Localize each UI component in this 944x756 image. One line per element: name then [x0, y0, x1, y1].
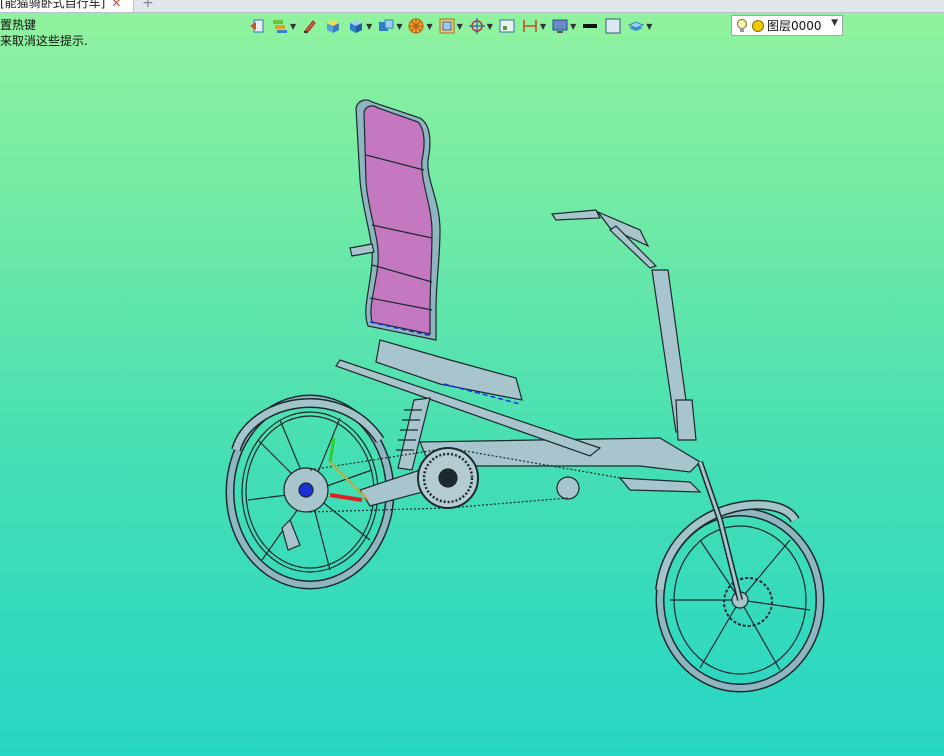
chevron-down-icon: ▼ — [366, 21, 373, 31]
color-swatch-black — [583, 24, 598, 28]
render-ball-icon — [408, 18, 424, 34]
hotkey-hint-line-1: 置热键 — [0, 18, 37, 32]
pencil-icon — [304, 20, 316, 34]
document-tab-bar: [能猫骑卧式自行车] ✕ + — [0, 0, 944, 13]
chevron-down-icon: ▼ — [396, 21, 403, 31]
render-mode-button[interactable]: ▼ — [407, 15, 433, 37]
shaded-cube-button[interactable]: ▼ — [347, 15, 372, 37]
screen-capture-button[interactable]: ▼ — [551, 15, 576, 37]
dimension-button[interactable]: ▼ — [521, 15, 546, 37]
layer-manager-button[interactable]: ▼ — [627, 15, 652, 37]
screen-icon — [552, 19, 568, 33]
snap-target-icon — [468, 18, 485, 34]
layer-dropdown[interactable]: 图层0000 ▼ — [731, 15, 843, 36]
main-frame — [281, 209, 743, 601]
close-tab-icon[interactable]: ✕ — [111, 0, 121, 10]
solid-box-button[interactable] — [324, 15, 342, 37]
shading-frame-button[interactable]: ▼ — [438, 15, 463, 37]
view-toolbar: ▼ ▼ ▼ ▼ ▼ ▼ ▼ ▼ ▼ — [248, 15, 657, 37]
layer-stack-icon — [627, 21, 645, 31]
back-button[interactable] — [248, 15, 266, 37]
chevron-down-icon: ▼ — [831, 18, 838, 28]
back-icon — [250, 19, 264, 33]
color-black-button[interactable] — [581, 15, 599, 37]
bicycle-model — [225, 99, 825, 693]
chevron-down-icon: ▼ — [290, 21, 297, 31]
lightbulb-icon — [737, 18, 747, 32]
snap-button[interactable]: ▼ — [468, 15, 493, 37]
cube-blue-icon — [350, 20, 363, 33]
color-swatch-white — [605, 18, 621, 34]
layer-tools-button[interactable]: ▼ — [271, 15, 296, 37]
document-tab[interactable]: [能猫骑卧式自行车] ✕ — [0, 0, 134, 12]
chevron-down-icon: ▼ — [646, 21, 653, 31]
layer-name: 图层0000 — [767, 19, 822, 33]
document-tab-title: [能猫骑卧式自行车] — [0, 0, 106, 10]
seat — [349, 99, 523, 405]
chevron-down-icon: ▼ — [456, 21, 463, 31]
shade-frame-icon — [439, 18, 455, 34]
pencil-button[interactable] — [301, 15, 319, 37]
chevron-down-icon: ▼ — [426, 21, 433, 31]
chevron-down-icon: ▼ — [486, 21, 493, 31]
view-orientation-button[interactable]: ▼ — [377, 15, 402, 37]
new-tab-icon[interactable]: + — [142, 0, 154, 12]
chevron-down-icon: ▼ — [570, 21, 577, 31]
dimension-icon — [523, 20, 537, 32]
layer-tools-icon — [273, 20, 287, 33]
rect-select-icon — [499, 19, 515, 33]
view-cube-icon — [379, 19, 394, 31]
chevron-down-icon: ▼ — [539, 21, 547, 31]
box-yellow-icon — [327, 20, 340, 33]
color-white-button[interactable] — [604, 15, 622, 37]
rect-select-button[interactable] — [498, 15, 516, 37]
3d-viewport[interactable] — [0, 40, 944, 756]
layer-color-dot-icon — [752, 19, 764, 32]
